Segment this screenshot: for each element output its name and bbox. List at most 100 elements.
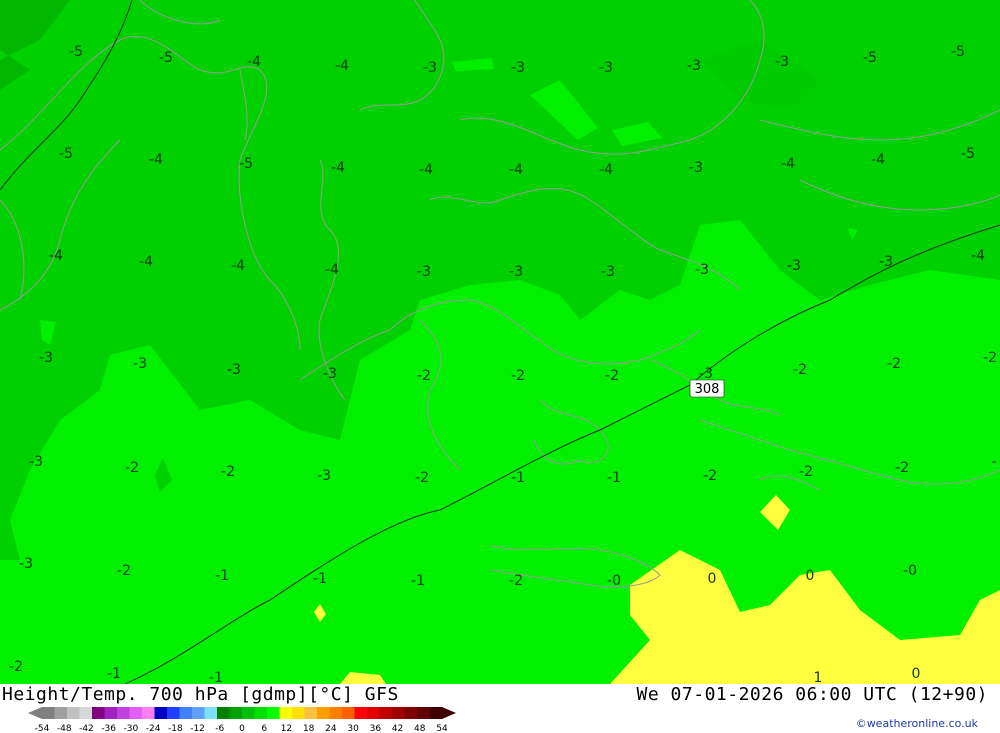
temperature-label: -5 bbox=[159, 50, 173, 66]
colorbar-swatch bbox=[79, 707, 93, 719]
colorbar-swatch bbox=[117, 707, 130, 719]
colorbar-tick-label: -24 bbox=[146, 724, 161, 732]
temperature-label: -2 bbox=[887, 356, 901, 372]
contour-label: 308 bbox=[689, 379, 725, 398]
temperature-label: -3 bbox=[599, 60, 613, 76]
temperature-label: -2 bbox=[511, 368, 525, 384]
temperature-label: -2 bbox=[9, 659, 23, 675]
colorbar-tick-label: 12 bbox=[281, 724, 292, 732]
colorbar-swatch bbox=[417, 707, 430, 719]
temperature-label: - bbox=[991, 454, 996, 470]
colorbar-swatch bbox=[179, 707, 193, 719]
colorbar-tick-label: 42 bbox=[392, 724, 403, 732]
temperature-label: -1 bbox=[511, 470, 525, 486]
temperature-label: -3 bbox=[695, 262, 709, 278]
temperature-label: -2 bbox=[605, 368, 619, 384]
temperature-label: -2 bbox=[799, 464, 813, 480]
colorbar-swatch bbox=[404, 707, 418, 719]
temperature-label: -1 bbox=[313, 571, 327, 587]
colorbar-tick-label: -36 bbox=[101, 724, 116, 732]
temperature-label: -4 bbox=[49, 248, 63, 264]
colorbar-swatch bbox=[392, 707, 405, 719]
colorbar-swatch bbox=[342, 707, 355, 719]
colorbar-swatch bbox=[254, 707, 268, 719]
temperature-label: -4 bbox=[781, 156, 795, 172]
colorbar-tick-label: -54 bbox=[35, 724, 50, 732]
temperature-label: -1 bbox=[209, 670, 223, 684]
colorbar-swatch bbox=[354, 707, 368, 719]
colorbar-tick-label: 36 bbox=[370, 724, 382, 732]
color-scale-legend: -54 -48 -42 -36 -30 -24 -18 -12 -6 0 6 12 18 24 30 36 42… bbox=[28, 707, 456, 732]
temperature-label: 0 bbox=[806, 568, 815, 584]
colorbar-swatch bbox=[329, 707, 343, 719]
colorbar-swatch bbox=[217, 707, 230, 719]
colorbar-swatch bbox=[104, 707, 118, 719]
colorbar-swatch bbox=[242, 707, 255, 719]
credit-link[interactable]: ©weatheronline.co.uk bbox=[856, 717, 978, 730]
colorbar-right-arrow bbox=[442, 707, 456, 719]
colorbar-swatch bbox=[367, 707, 380, 719]
temperature-label: -5 bbox=[69, 44, 83, 60]
colorbar-swatch bbox=[304, 707, 318, 719]
temperature-label: -3 bbox=[511, 60, 525, 76]
map-title: Height/Temp. 700 hPa [gdmp][°C] GFS bbox=[2, 684, 399, 705]
temperature-label: -4 bbox=[247, 54, 261, 70]
temperature-label: -4 bbox=[325, 262, 339, 278]
temperature-label: -0 bbox=[607, 573, 621, 589]
colorbar-tick-label: 48 bbox=[414, 724, 426, 732]
temperature-label: -4 bbox=[335, 58, 349, 74]
temperature-label: -3 bbox=[417, 264, 431, 280]
temperature-label: 0 bbox=[912, 666, 921, 682]
temperature-label: -4 bbox=[509, 162, 523, 178]
footer-bar: Height/Temp. 700 hPa [gdmp][°C] GFS We 0… bbox=[0, 684, 1000, 733]
temperature-label: -3 bbox=[29, 454, 43, 470]
temperature-label: -2 bbox=[793, 362, 807, 378]
temperature-label: -2 bbox=[703, 468, 717, 484]
temperature-label: -3 bbox=[601, 264, 615, 280]
colorbar-tick-label: -18 bbox=[168, 724, 183, 732]
temperature-label: -3 bbox=[879, 254, 893, 270]
temperature-label: -4 bbox=[331, 160, 345, 176]
temperature-label: -1 bbox=[215, 568, 229, 584]
color-scale-tick-labels: -54 -48 -42 -36 -30 -24 -18 -12 -6 0 6 12 18 24 30 36 42… bbox=[35, 724, 448, 732]
colorbar-swatch bbox=[379, 707, 393, 719]
temperature-label: -5 bbox=[59, 146, 73, 162]
map-canvas: 308 -5 -5 -4 -4 -3 -3 -3 -3 -3 -5 -5 -5 -4 -5 -4 -4 -4 -4… bbox=[0, 0, 1000, 684]
temperature-label: 1 bbox=[814, 670, 823, 684]
temperature-label: -3 bbox=[423, 60, 437, 76]
temperature-label: -5 bbox=[863, 50, 877, 66]
temperature-label: -5 bbox=[961, 146, 975, 162]
temperature-label: -0 bbox=[903, 563, 917, 579]
temperature-label: -4 bbox=[139, 254, 153, 270]
temperature-label: -4 bbox=[871, 152, 885, 168]
temperature-label: -2 bbox=[983, 350, 997, 366]
colorbar-tick-label: 0 bbox=[239, 724, 245, 732]
colorbar-tick-label: 24 bbox=[325, 724, 337, 732]
temperature-label: -2 bbox=[221, 464, 235, 480]
colorbar-tick-label: -48 bbox=[57, 724, 72, 732]
temperature-label: -3 bbox=[19, 556, 33, 572]
temperature-label: -3 bbox=[699, 366, 713, 382]
temperature-label: -4 bbox=[231, 258, 245, 274]
temperature-label: -5 bbox=[951, 44, 965, 60]
colorbar-swatch bbox=[92, 707, 105, 719]
temperature-label: -1 bbox=[107, 666, 121, 682]
colorbar-swatch bbox=[54, 707, 68, 719]
map-datetime: We 07-01-2026 06:00 UTC (12+90) bbox=[636, 684, 988, 705]
colorbar-tick-label: 54 bbox=[436, 724, 448, 732]
weather-map: 308 -5 -5 -4 -4 -3 -3 -3 -3 -3 -5 -5 -5 -4 -5 -4 -4 -4 -4… bbox=[0, 0, 1000, 684]
temperature-label: 0 bbox=[708, 571, 717, 587]
colorbar-swatch bbox=[229, 707, 243, 719]
colorbar-swatch bbox=[129, 707, 143, 719]
colorbar-swatch bbox=[67, 707, 80, 719]
temperature-label: -3 bbox=[227, 362, 241, 378]
temperature-label: -4 bbox=[149, 152, 163, 168]
colorbar-left-arrow bbox=[28, 707, 42, 719]
colorbar-tick-label: -6 bbox=[215, 724, 224, 732]
temperature-label: -3 bbox=[689, 160, 703, 176]
temperature-label: -3 bbox=[775, 54, 789, 70]
temperature-label: -3 bbox=[323, 366, 337, 382]
temperature-label: -3 bbox=[317, 468, 331, 484]
colorbar-swatch bbox=[154, 707, 168, 719]
color-scale-swatches bbox=[28, 707, 456, 719]
